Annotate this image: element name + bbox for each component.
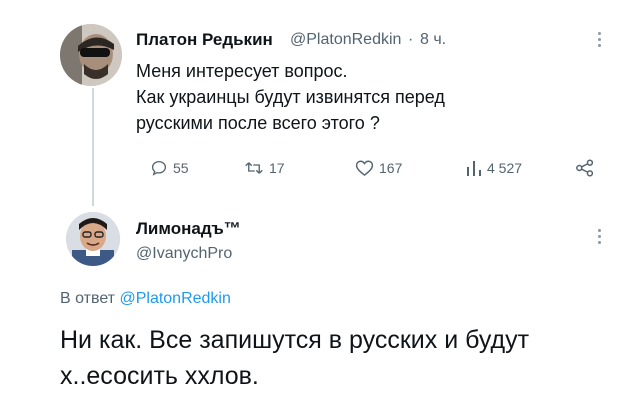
timestamp[interactable]: 8 ч.: [420, 31, 446, 49]
like-count: 167: [379, 160, 403, 176]
tweet-line: Меня интересует вопрос.: [136, 61, 348, 81]
retweet-count: 17: [269, 160, 285, 176]
author-handle[interactable]: @PlatonRedkin: [290, 31, 401, 49]
reply-to-prefix: В ответ: [60, 290, 116, 307]
avatar[interactable]: [60, 24, 122, 86]
views-button[interactable]: 4 527: [466, 158, 522, 178]
tweet-line: русскими после всего этого ?: [136, 113, 380, 133]
more-icon[interactable]: [598, 32, 602, 50]
retweet-icon: [245, 162, 263, 174]
reply-count: 55: [173, 160, 189, 176]
reply-text: Ни как. Все запишутся в русских и будут …: [60, 326, 530, 390]
share-icon: [576, 159, 594, 177]
heart-icon: [355, 160, 374, 177]
thread-connector: [92, 88, 94, 206]
like-button[interactable]: 167: [355, 158, 402, 178]
views-count: 4 527: [487, 160, 523, 176]
reply-button[interactable]: 55: [150, 158, 189, 178]
avatar-photo-icon: [60, 24, 122, 86]
author-name[interactable]: Лимонадъ™: [136, 219, 241, 239]
retweet-button[interactable]: 17: [244, 158, 285, 178]
author-handle[interactable]: @IvanychPro: [136, 245, 232, 263]
more-icon[interactable]: [598, 229, 602, 247]
avatar-photo-icon: [66, 212, 120, 266]
reply-context: В ответ @PlatonRedkin: [60, 290, 231, 308]
reply-to-handle[interactable]: @PlatonRedkin: [119, 290, 230, 307]
views-icon: [467, 161, 481, 176]
tweet-text: Меня интересует вопрос. Как украинцы буд…: [136, 58, 445, 136]
reply-icon: [151, 160, 167, 176]
tweet-line: Как украинцы будут извинятся перед: [136, 87, 445, 107]
share-button[interactable]: [575, 158, 595, 178]
author-name[interactable]: Платон Редькин: [136, 30, 273, 50]
avatar[interactable]: [66, 212, 120, 266]
separator: ·: [408, 31, 414, 48]
